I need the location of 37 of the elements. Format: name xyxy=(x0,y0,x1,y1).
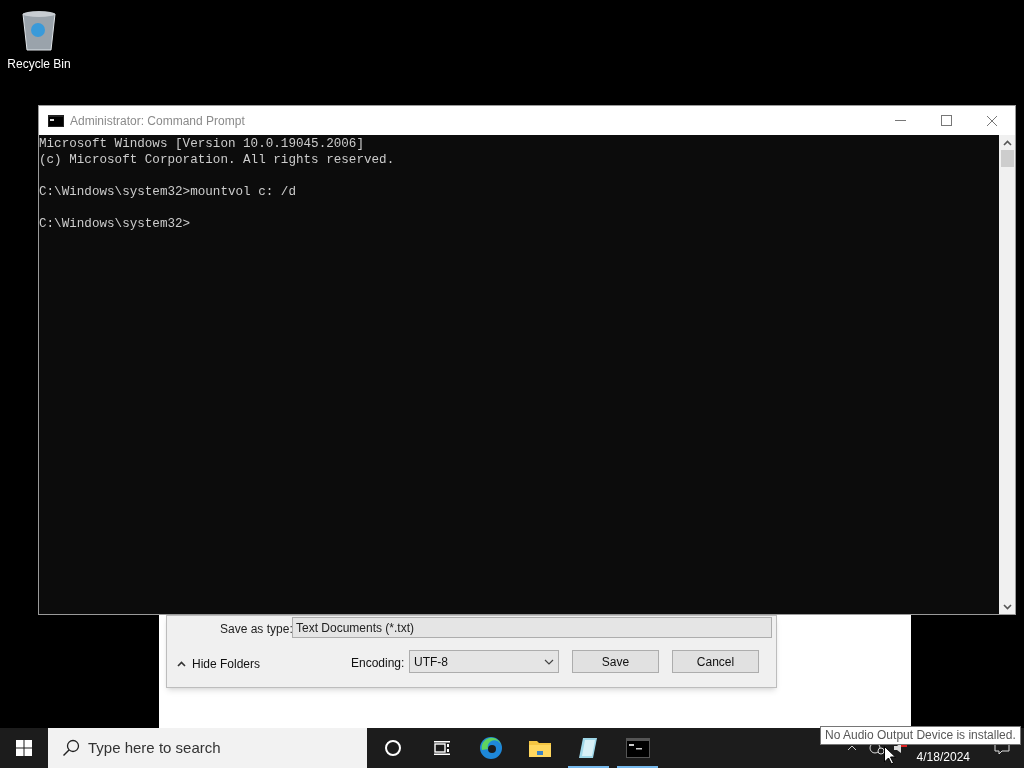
task-view-icon xyxy=(432,740,451,756)
scroll-up-icon[interactable] xyxy=(1002,140,1012,146)
console-icon xyxy=(48,114,64,127)
save-as-type-label: Save as type: xyxy=(220,621,293,638)
window-title: Administrator: Command Prompt xyxy=(70,112,245,130)
chevron-down-icon xyxy=(544,658,554,665)
close-icon xyxy=(986,114,998,127)
save-button[interactable]: Save xyxy=(572,650,659,673)
console-line: Microsoft Windows [Version 10.0.19045.2006] xyxy=(39,136,365,152)
console-icon xyxy=(625,738,650,758)
circle-icon xyxy=(383,739,402,757)
folder-icon xyxy=(527,738,552,758)
search-icon xyxy=(62,739,80,757)
clock-date: 4/18/2024 xyxy=(916,749,970,766)
desktop-icon-label[interactable]: Recycle Bin xyxy=(7,55,71,73)
search-field[interactable]: Type here to search xyxy=(88,736,308,760)
cancel-button[interactable]: Cancel xyxy=(672,650,759,673)
maximize-icon xyxy=(940,115,952,126)
scrollbar[interactable] xyxy=(999,135,1015,614)
hide-folders-button[interactable]: Hide Folders xyxy=(177,655,261,673)
chevron-up-icon xyxy=(177,661,186,667)
minimize-icon xyxy=(894,120,906,121)
console-line: C:\Windows\system32>mountvol c: /d xyxy=(39,184,297,200)
save-as-type-dropdown[interactable]: Text Documents (*.txt) xyxy=(292,617,772,638)
mouse-cursor xyxy=(884,746,896,765)
scroll-thumb[interactable] xyxy=(1000,150,1014,167)
scroll-down-icon[interactable] xyxy=(1002,604,1012,610)
chevron-up-icon[interactable] xyxy=(846,745,857,751)
tooltip: No Audio Output Device is installed. xyxy=(820,726,1021,745)
encoding-label: Encoding: xyxy=(351,655,405,672)
windows-logo-icon xyxy=(16,740,32,756)
browser-icon xyxy=(478,736,503,760)
encoding-dropdown[interactable]: UTF-8 xyxy=(409,650,559,673)
console-line: (c) Microsoft Corporation. All rights reserved. xyxy=(39,152,396,168)
search-box[interactable]: Type here to search xyxy=(48,728,367,768)
recycle-bin-icon[interactable] xyxy=(19,8,59,52)
console-line: C:\Windows\system32> xyxy=(39,216,192,232)
